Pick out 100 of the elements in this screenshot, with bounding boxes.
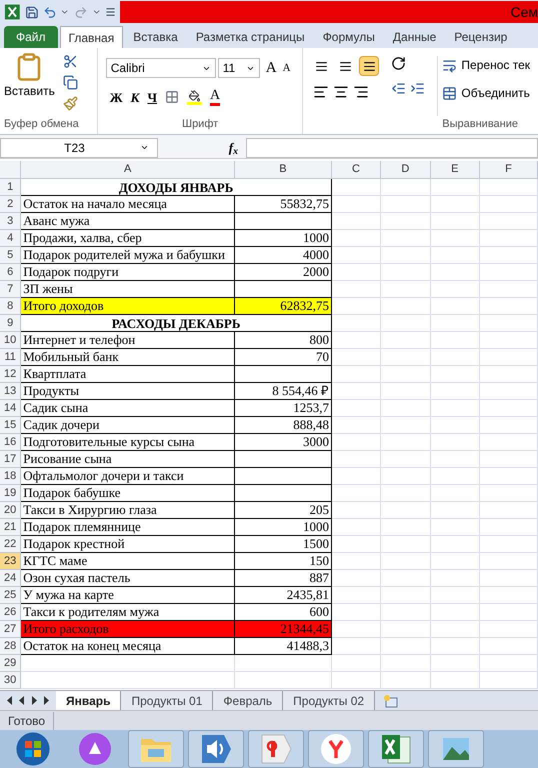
customize-toolbar-icon[interactable] xyxy=(104,6,116,18)
increase-indent-icon[interactable] xyxy=(410,81,426,96)
font-name-field[interactable]: Calibri xyxy=(106,58,216,78)
font-size-field[interactable]: 11 xyxy=(218,58,260,78)
row-header[interactable]: 3 xyxy=(0,213,22,230)
browser-icon[interactable] xyxy=(320,733,352,765)
ribbon-tab[interactable]: Разметка страницы xyxy=(188,26,313,48)
row-header[interactable]: 10 xyxy=(0,332,22,349)
formula-field[interactable] xyxy=(246,138,538,158)
name-box[interactable]: T23 xyxy=(0,138,158,158)
row-header[interactable]: 12 xyxy=(0,366,22,383)
table-cell: Интернет и телефон xyxy=(21,332,236,349)
empty-cell xyxy=(480,485,538,502)
ribbon-tab[interactable]: Главная xyxy=(60,26,124,48)
undo-icon[interactable] xyxy=(42,4,56,20)
align-left-icon[interactable] xyxy=(313,84,330,100)
merge-button[interactable]: Объединить xyxy=(442,84,530,102)
sheet-tab[interactable]: Продукты 01 xyxy=(121,690,214,710)
table-cell: Продажи, халва, сбер xyxy=(21,230,236,247)
row-header[interactable]: 29 xyxy=(0,655,22,672)
spreadsheet-app-icon[interactable] xyxy=(4,3,21,21)
row-header[interactable]: 26 xyxy=(0,604,22,621)
empty-cell xyxy=(430,281,480,298)
sheet-tab[interactable]: Продукты 02 xyxy=(283,690,376,710)
column-header[interactable]: B xyxy=(235,161,332,178)
row-header[interactable]: 7 xyxy=(0,281,22,298)
row-header[interactable]: 1 xyxy=(0,179,22,196)
row-header[interactable]: 28 xyxy=(0,638,22,655)
row-header[interactable]: 9 xyxy=(0,315,22,332)
new-sheet-icon[interactable] xyxy=(383,694,400,708)
row-header[interactable]: 25 xyxy=(0,587,22,604)
row-header[interactable]: 16 xyxy=(0,434,22,451)
save-icon[interactable] xyxy=(24,4,39,20)
column-header[interactable]: C xyxy=(332,161,382,178)
column-header[interactable]: D xyxy=(381,161,431,178)
column-header[interactable]: F xyxy=(480,161,538,178)
italic-button[interactable]: К xyxy=(130,88,140,107)
row-header[interactable]: 4 xyxy=(0,230,22,247)
shrink-font-button[interactable]: A xyxy=(282,60,291,76)
copy-icon[interactable] xyxy=(62,75,78,90)
ribbon-tab[interactable]: Вставка xyxy=(125,26,186,48)
sheet-tab[interactable]: Январь xyxy=(56,690,122,710)
ribbon-tab[interactable]: Формулы xyxy=(314,26,383,48)
borders-icon[interactable] xyxy=(165,90,179,104)
file-tab[interactable]: Файл xyxy=(4,26,58,48)
empty-cell xyxy=(332,655,382,672)
font-color-button[interactable]: A xyxy=(210,88,220,106)
row-header[interactable]: 19 xyxy=(0,485,22,502)
decrease-indent-icon[interactable] xyxy=(391,81,406,96)
format-painter-icon[interactable] xyxy=(62,96,78,111)
underline-button[interactable]: Ч xyxy=(147,88,157,107)
table-cell: 70 xyxy=(235,349,332,366)
row-header[interactable]: 6 xyxy=(0,264,22,281)
empty-cell xyxy=(381,519,431,536)
fill-color-icon[interactable] xyxy=(187,90,202,105)
ribbon-tab[interactable]: Рецензир xyxy=(446,26,516,48)
row-header[interactable]: 5 xyxy=(0,247,22,264)
row-header[interactable]: 23 xyxy=(0,553,22,570)
row-header[interactable]: 11 xyxy=(0,349,22,366)
row-header[interactable]: 13 xyxy=(0,383,22,400)
align-center-icon[interactable] xyxy=(333,84,350,100)
insert-function-button[interactable]: f$_{x}$ xyxy=(228,138,238,158)
empty-cell xyxy=(480,400,538,417)
row-header[interactable]: 15 xyxy=(0,417,22,434)
align-right-icon[interactable] xyxy=(353,84,370,100)
row-header[interactable]: 30 xyxy=(0,672,22,689)
wrap-text-button[interactable]: Перенос тек xyxy=(442,56,530,74)
tag-icon[interactable] xyxy=(260,733,292,765)
bold-button[interactable]: Ж xyxy=(110,88,123,107)
empty-cell xyxy=(332,264,382,281)
vertical-align-button[interactable] xyxy=(359,56,380,76)
landscape-picture-icon[interactable] xyxy=(440,735,472,763)
row-header[interactable]: 17 xyxy=(0,451,22,468)
windows-start-icon[interactable] xyxy=(15,731,51,767)
row-header[interactable]: 18 xyxy=(0,468,22,485)
row-header[interactable]: 21 xyxy=(0,519,22,536)
ribbon-tab[interactable]: Данные xyxy=(384,26,444,48)
table-cell: 55832,75 xyxy=(235,196,332,213)
assistant-icon[interactable] xyxy=(79,733,111,765)
row-header[interactable]: 2 xyxy=(0,196,22,213)
grow-font-button[interactable]: A xyxy=(266,57,277,80)
row-header[interactable]: 22 xyxy=(0,536,22,553)
orientation-icon[interactable] xyxy=(391,56,406,71)
sheet-tab[interactable]: Февраль xyxy=(213,690,284,710)
spreadsheet-app-icon[interactable] xyxy=(380,733,412,765)
row-header[interactable]: 27 xyxy=(0,621,22,638)
cut-icon[interactable] xyxy=(62,54,78,69)
row-header[interactable]: 24 xyxy=(0,570,22,587)
paste-button[interactable]: Вставить xyxy=(4,52,55,100)
row-header[interactable]: 14 xyxy=(0,400,22,417)
column-header[interactable]: E xyxy=(430,161,480,178)
empty-cell xyxy=(332,383,382,400)
empty-cell xyxy=(480,587,538,604)
speaker-icon[interactable] xyxy=(200,733,232,765)
empty-cell xyxy=(480,621,538,638)
empty-cell xyxy=(480,536,538,553)
column-header[interactable]: A xyxy=(21,161,236,178)
empty-cell xyxy=(381,332,431,349)
row-header[interactable]: 20 xyxy=(0,502,22,519)
row-header[interactable]: 8 xyxy=(0,298,22,315)
